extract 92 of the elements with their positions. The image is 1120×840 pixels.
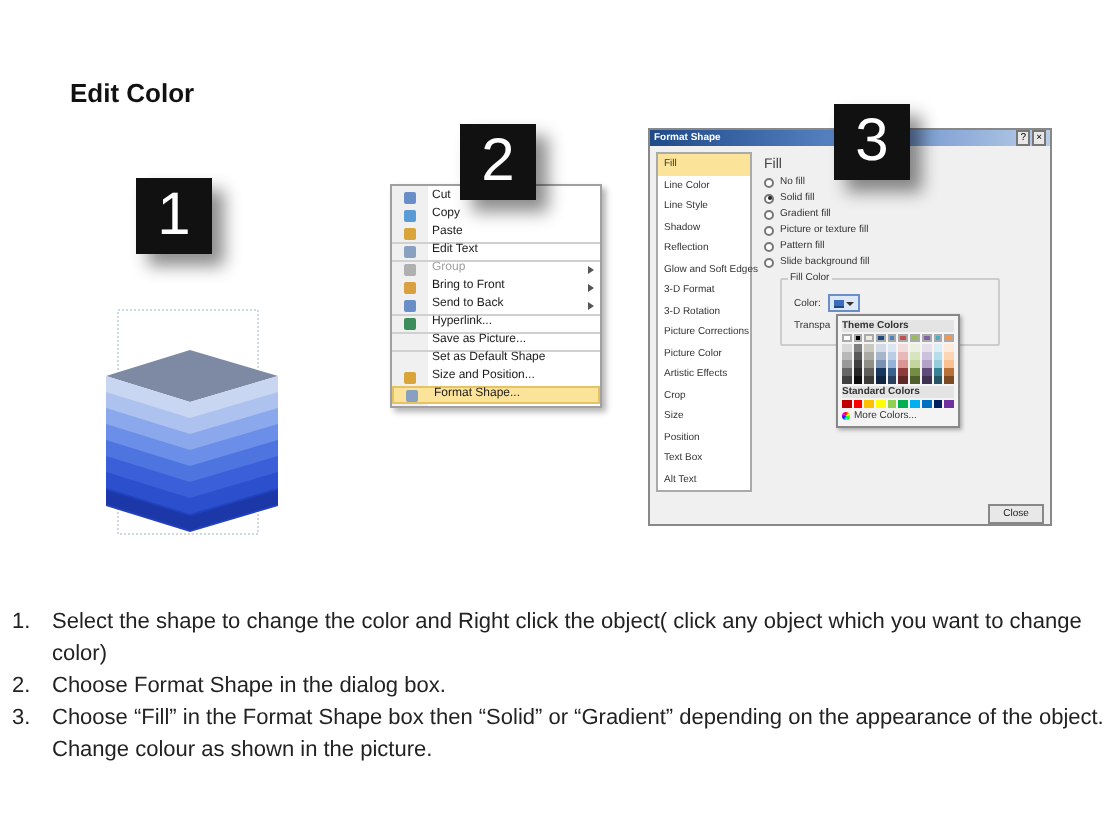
color-swatch[interactable] — [887, 400, 897, 408]
instruction-text: Choose Format Shape in the dialog box. — [52, 672, 446, 702]
color-swatch[interactable] — [842, 376, 852, 384]
step-number-badge: 2 — [460, 124, 536, 200]
color-swatch[interactable] — [887, 368, 897, 376]
color-swatch[interactable] — [910, 360, 920, 368]
color-swatch[interactable] — [876, 368, 886, 376]
submenu-arrow-icon — [588, 265, 594, 273]
instruction-text: Select the shape to change the color and Right click the object( click any object which you want to change color) — [52, 608, 1084, 670]
color-swatch[interactable] — [910, 344, 920, 352]
color-swatch[interactable] — [898, 334, 909, 342]
color-swatch[interactable] — [898, 400, 909, 408]
step-number: 3. — [12, 704, 33, 734]
radio-button[interactable] — [764, 225, 774, 235]
slide-title: Edit Color — [70, 76, 195, 112]
color-swatch[interactable] — [853, 344, 863, 352]
color-swatch[interactable] — [842, 334, 852, 342]
color-swatch[interactable] — [921, 360, 932, 368]
radio-button[interactable] — [764, 241, 774, 251]
color-swatch[interactable] — [842, 352, 852, 360]
color-swatch[interactable] — [898, 344, 909, 352]
step-number: 2. — [12, 672, 33, 702]
color-swatch[interactable] — [910, 376, 920, 384]
color-swatch[interactable] — [933, 334, 943, 342]
color-swatch[interactable] — [853, 360, 863, 368]
color-wheel-icon — [842, 412, 850, 420]
radio-button[interactable] — [764, 209, 774, 219]
color-swatch[interactable] — [876, 344, 886, 352]
color-swatch[interactable] — [853, 376, 863, 384]
color-swatch[interactable] — [910, 368, 920, 376]
color-swatch[interactable] — [887, 334, 897, 342]
color-swatch[interactable] — [887, 352, 897, 360]
color-swatch[interactable] — [944, 360, 954, 368]
submenu-arrow-icon — [588, 301, 594, 309]
color-swatch[interactable] — [933, 344, 943, 352]
color-swatch[interactable] — [842, 400, 852, 408]
color-swatch[interactable] — [921, 376, 932, 384]
color-swatch[interactable] — [898, 360, 909, 368]
color-swatch[interactable] — [944, 400, 954, 408]
color-swatch[interactable] — [933, 376, 943, 384]
instruction-text: Choose “Fill” in the Format Shape box then “Solid” or “Gradient” depending on the appearance of the object. Change colour as shown in the picture. — [52, 704, 1106, 766]
dropdown-arrow-icon — [846, 301, 855, 305]
color-swatch[interactable] — [944, 352, 954, 360]
color-swatch[interactable] — [887, 360, 897, 368]
color-swatch[interactable] — [876, 352, 886, 360]
color-swatch[interactable] — [887, 376, 897, 384]
color-swatch[interactable] — [933, 352, 943, 360]
color-swatch[interactable] — [853, 352, 863, 360]
color-swatch[interactable] — [864, 376, 875, 384]
color-swatch[interactable] — [921, 344, 932, 352]
color-swatch[interactable] — [864, 368, 875, 376]
color-swatch[interactable] — [933, 400, 943, 408]
color-picker-button[interactable] — [828, 294, 861, 312]
color-swatch[interactable] — [876, 376, 886, 384]
color-swatch[interactable] — [898, 368, 909, 376]
color-swatch[interactable] — [864, 352, 875, 360]
color-swatch[interactable] — [887, 344, 897, 352]
color-swatch[interactable] — [853, 334, 863, 342]
color-swatch[interactable] — [842, 344, 852, 352]
color-swatch[interactable] — [898, 352, 909, 360]
color-swatch[interactable] — [921, 368, 932, 376]
color-swatch[interactable] — [853, 400, 863, 408]
color-swatch[interactable] — [910, 400, 920, 408]
color-swatch[interactable] — [898, 376, 909, 384]
color-swatch[interactable] — [864, 360, 875, 368]
color-swatch[interactable] — [944, 368, 954, 376]
color-swatch[interactable] — [944, 376, 954, 384]
color-swatch[interactable] — [864, 344, 875, 352]
color-swatch[interactable] — [842, 360, 852, 368]
submenu-arrow-icon — [588, 283, 594, 291]
color-swatch[interactable] — [921, 352, 932, 360]
color-swatch[interactable] — [944, 334, 954, 342]
color-swatch[interactable] — [933, 368, 943, 376]
color-swatch[interactable] — [933, 360, 943, 368]
color-swatch[interactable] — [876, 360, 886, 368]
step-number: 1. — [12, 608, 33, 638]
radio-button[interactable] — [764, 177, 774, 187]
color-swatch[interactable] — [864, 400, 875, 408]
color-swatch[interactable] — [853, 368, 863, 376]
color-swatch[interactable] — [876, 400, 886, 408]
color-swatch[interactable] — [910, 334, 920, 342]
color-swatch[interactable] — [921, 334, 932, 342]
step-number-badge: 3 — [834, 104, 910, 180]
color-swatch[interactable] — [910, 352, 920, 360]
color-swatch[interactable] — [921, 400, 932, 408]
color-swatch[interactable] — [876, 334, 886, 342]
color-swatch[interactable] — [842, 368, 852, 376]
radio-button[interactable] — [764, 257, 774, 267]
color-swatch[interactable] — [864, 334, 875, 342]
color-swatch[interactable] — [944, 344, 954, 352]
radio-button[interactable] — [764, 193, 774, 203]
step-number-badge: 1 — [136, 178, 212, 254]
